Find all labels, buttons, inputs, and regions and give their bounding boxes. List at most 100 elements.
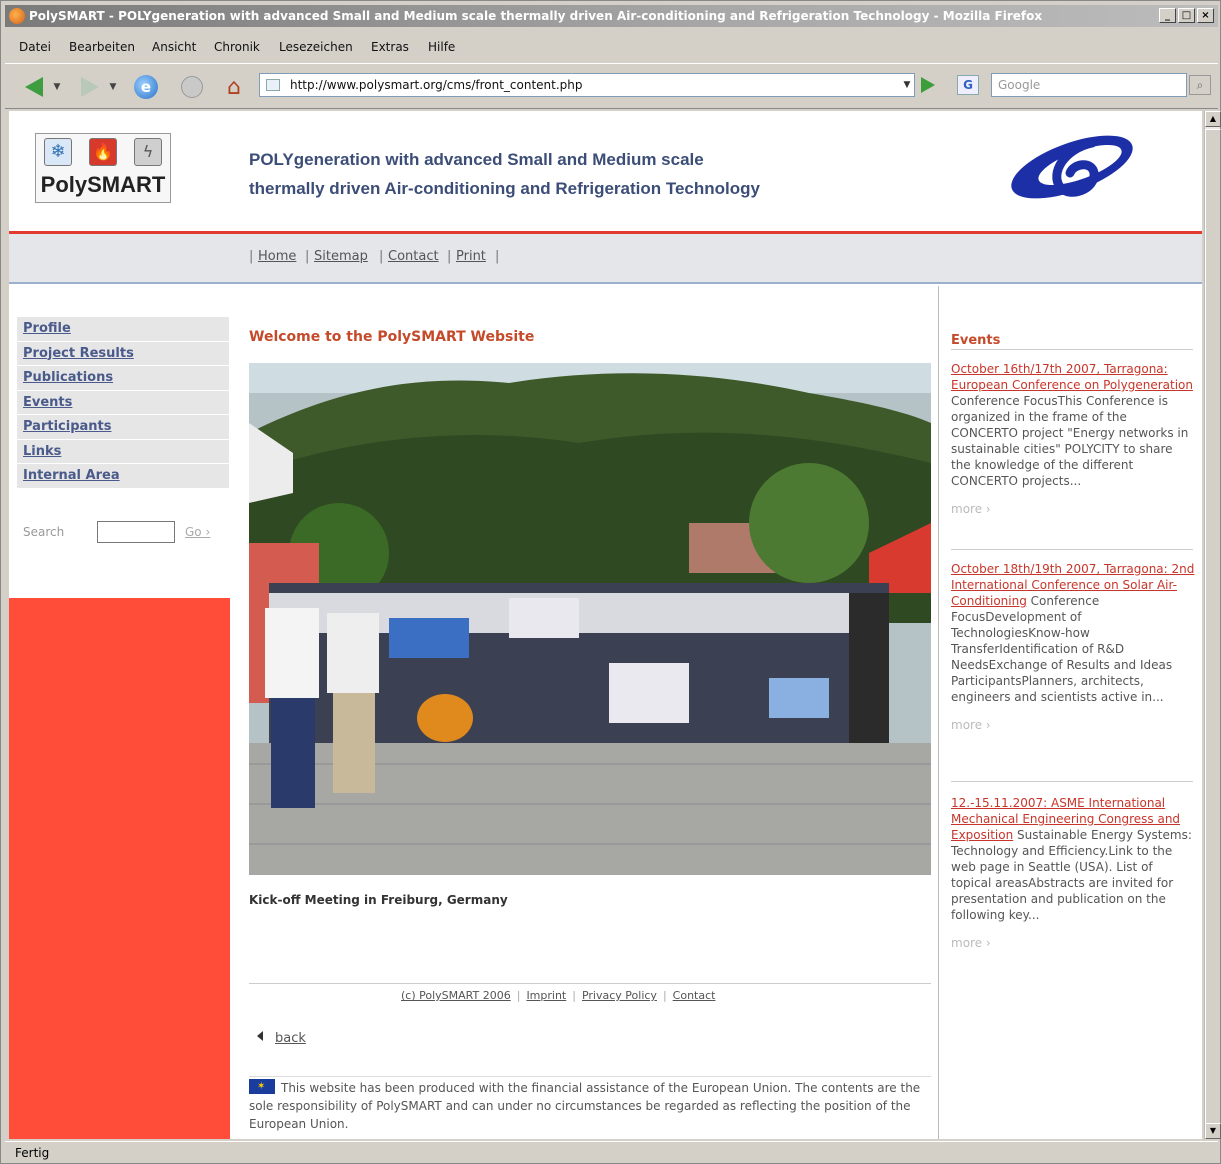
welcome-heading: Welcome to the PolySMART Website bbox=[249, 329, 535, 345]
back-button[interactable] bbox=[19, 74, 49, 100]
nav-internal-area[interactable]: Internal Area bbox=[17, 464, 229, 489]
fp6-logo bbox=[1011, 135, 1133, 199]
logo-text: PolySMART bbox=[40, 172, 166, 197]
tagline-line-1: POLYgeneration with advanced Small and M… bbox=[249, 150, 704, 169]
minimize-button[interactable]: _ bbox=[1159, 8, 1176, 23]
search-label: Search bbox=[23, 525, 65, 539]
event-body: Conference FocusThis Conference is organ… bbox=[951, 394, 1189, 488]
event-title-link[interactable]: October 16th/17th 2007, Tarragona: Europ… bbox=[951, 362, 1193, 392]
menu-chronik[interactable]: Chronik bbox=[214, 40, 260, 54]
maximize-button[interactable]: □ bbox=[1178, 8, 1195, 23]
event-body: Sustainable Energy Systems: Technology a… bbox=[951, 828, 1192, 922]
home-button[interactable]: ⌂ bbox=[219, 74, 249, 100]
column-divider bbox=[938, 286, 939, 1139]
eu-divider bbox=[249, 1076, 931, 1077]
scroll-thumb[interactable] bbox=[1205, 129, 1221, 1129]
polysmart-logo[interactable]: ❄ 🔥 ϟ PolySMART bbox=[35, 133, 171, 203]
nav-events[interactable]: Events bbox=[17, 390, 229, 415]
eu-disclaimer-text: This website has been produced with the … bbox=[249, 1081, 921, 1131]
nav-project-results[interactable]: Project Results bbox=[17, 341, 229, 366]
address-bar[interactable]: http://www.polysmart.org/cms/front_conte… bbox=[259, 73, 915, 97]
back-history-dropdown[interactable]: ▼ bbox=[51, 74, 63, 100]
nav-profile[interactable]: Profile bbox=[17, 317, 229, 342]
menu-datei[interactable]: Datei bbox=[19, 40, 51, 54]
flame-icon: 🔥 bbox=[89, 138, 117, 166]
search-box[interactable]: Google bbox=[991, 73, 1187, 97]
firefox-icon bbox=[9, 8, 25, 24]
event-divider bbox=[951, 781, 1193, 782]
forward-arrow-icon bbox=[81, 77, 99, 97]
menu-ansicht[interactable]: Ansicht bbox=[152, 40, 196, 54]
back-triangle-icon bbox=[257, 1031, 263, 1041]
event-item: 12.-15.11.2007: ASME International Mecha… bbox=[951, 795, 1195, 951]
site-search-go-link[interactable]: Go › bbox=[185, 525, 210, 539]
nav-participants[interactable]: Participants bbox=[17, 415, 229, 440]
tagline-line-2: thermally driven Air-conditioning and Re… bbox=[249, 179, 760, 198]
event-more-link[interactable]: more › bbox=[951, 717, 1195, 733]
menu-hilfe[interactable]: Hilfe bbox=[428, 40, 455, 54]
events-heading-rule bbox=[951, 349, 1193, 350]
site-search-input[interactable] bbox=[97, 521, 175, 543]
scroll-down-icon[interactable]: ▼ bbox=[1205, 1123, 1221, 1139]
scroll-up-icon[interactable]: ▲ bbox=[1205, 111, 1221, 127]
footer-contact-link[interactable]: Contact bbox=[673, 989, 716, 1002]
back-arrow-icon bbox=[25, 77, 43, 97]
event-body: Conference FocusDevelopment of Technolog… bbox=[951, 594, 1173, 704]
window-title: PolySMART - POLYgeneration with advanced… bbox=[29, 9, 1043, 23]
event-item: October 18th/19th 2007, Tarragona: 2nd I… bbox=[951, 561, 1195, 733]
side-red-panel bbox=[9, 598, 230, 1139]
site-header: ❄ 🔥 ϟ PolySMART POLYgeneration with adva… bbox=[9, 111, 1202, 231]
eu-flag-icon bbox=[249, 1078, 275, 1096]
page-viewport: ❄ 🔥 ϟ PolySMART POLYgeneration with adva… bbox=[9, 111, 1202, 1139]
url-text: http://www.polysmart.org/cms/front_conte… bbox=[290, 78, 583, 92]
footer-imprint-link[interactable]: Imprint bbox=[526, 989, 566, 1002]
stop-button[interactable] bbox=[177, 74, 207, 100]
topnav-print-link[interactable]: Print bbox=[456, 249, 486, 264]
event-more-link[interactable]: more › bbox=[951, 501, 1195, 517]
topnav-contact-link[interactable]: Contact bbox=[388, 249, 439, 264]
footer-divider bbox=[249, 983, 931, 984]
go-label: Go bbox=[185, 525, 202, 539]
search-engine-icon[interactable]: G bbox=[957, 75, 979, 95]
footer-links: (c) PolySMART 2006 | Imprint | Privacy Polic… bbox=[401, 989, 716, 1002]
menu-extras[interactable]: Extras bbox=[371, 40, 409, 54]
go-button[interactable] bbox=[921, 77, 935, 93]
reload-icon: e bbox=[134, 75, 158, 99]
left-navigation: Profile Project Results Publications Eve… bbox=[17, 317, 229, 489]
vertical-scrollbar[interactable]: ▲ ▼ bbox=[1204, 111, 1221, 1139]
reload-button[interactable]: e bbox=[131, 74, 161, 100]
menu-lesezeichen[interactable]: Lesezeichen bbox=[279, 40, 353, 54]
close-button[interactable]: × bbox=[1197, 8, 1214, 23]
menu-bearbeiten[interactable]: Bearbeiten bbox=[69, 40, 135, 54]
event-more-link[interactable]: more › bbox=[951, 935, 1195, 951]
status-bar: Fertig bbox=[5, 1141, 1218, 1163]
topnav-home-link[interactable]: Home bbox=[258, 249, 296, 264]
nav-publications[interactable]: Publications bbox=[17, 366, 229, 391]
event-divider bbox=[951, 549, 1193, 550]
eu-disclaimer: This website has been produced with the … bbox=[249, 1078, 929, 1133]
photo-caption: Kick-off Meeting in Freiburg, Germany bbox=[249, 893, 508, 907]
site-tagline: POLYgeneration with advanced Small and M… bbox=[249, 145, 889, 203]
page-icon bbox=[266, 79, 280, 91]
events-heading: Events bbox=[951, 333, 1001, 348]
snowflake-icon: ❄ bbox=[44, 138, 72, 166]
search-go-icon[interactable]: ⌕ bbox=[1189, 75, 1211, 95]
footer-privacy-link[interactable]: Privacy Policy bbox=[582, 989, 657, 1002]
forward-history-dropdown[interactable]: ▼ bbox=[107, 74, 119, 100]
footer-copyright-link[interactable]: (c) PolySMART 2006 bbox=[401, 989, 511, 1002]
event-item: October 16th/17th 2007, Tarragona: Europ… bbox=[951, 361, 1195, 517]
menu-bar: Datei Bearbeiten Ansicht Chronik Lesezei… bbox=[5, 31, 1218, 61]
title-bar: PolySMART - POLYgeneration with advanced… bbox=[5, 5, 1218, 27]
forward-button[interactable] bbox=[75, 74, 105, 100]
back-link[interactable]: back bbox=[257, 1031, 306, 1046]
stop-icon bbox=[181, 76, 203, 98]
back-label: back bbox=[275, 1031, 306, 1046]
address-dropdown[interactable]: ▼ bbox=[899, 75, 915, 95]
lightning-icon: ϟ bbox=[134, 138, 162, 166]
topnav-sitemap-link[interactable]: Sitemap bbox=[314, 249, 368, 264]
browser-window: PolySMART - POLYgeneration with advanced… bbox=[0, 0, 1221, 1164]
group-photo bbox=[249, 363, 931, 875]
top-navigation: | Home | Sitemap | Contact | Print | bbox=[9, 234, 1202, 284]
home-icon: ⌂ bbox=[227, 74, 241, 100]
nav-links[interactable]: Links bbox=[17, 439, 229, 464]
